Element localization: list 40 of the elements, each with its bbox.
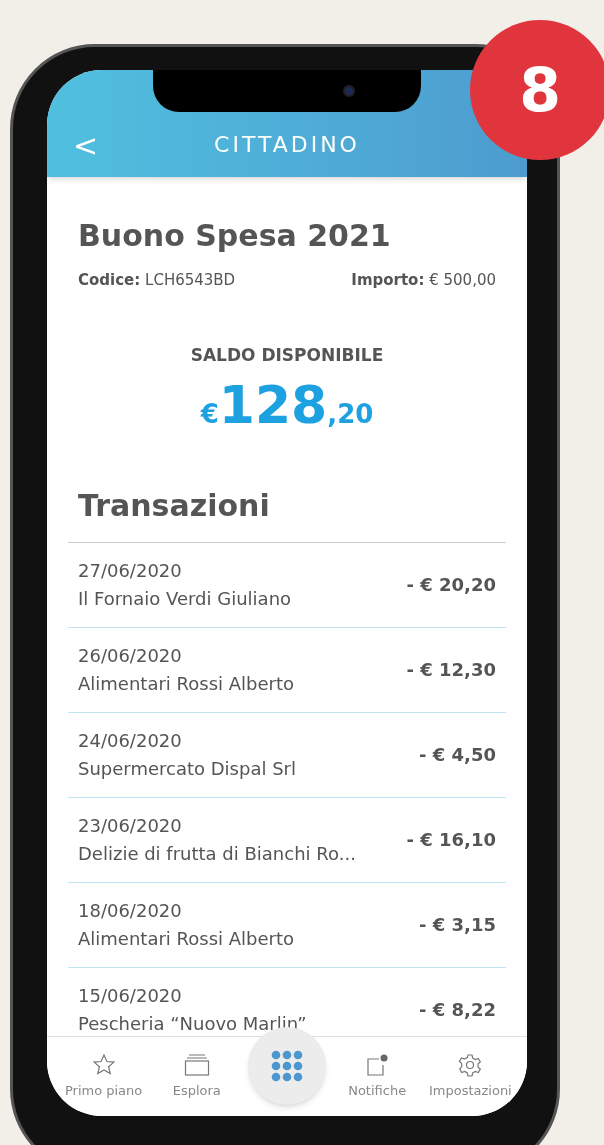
voucher-amount: Importo: € 500,00 — [351, 269, 496, 291]
voucher-title: Buono Spesa 2021 — [78, 217, 392, 255]
settings-icon — [458, 1053, 483, 1077]
transaction-amount: - € 3,15 — [419, 913, 496, 937]
transaction-merchant: Il Fornaio Verdi Giuliano — [78, 586, 292, 611]
transaction-merchant: Alimentari Rossi Alberto — [78, 926, 295, 951]
nav-tab[interactable]: Esplora — [154, 1037, 239, 1101]
transaction-amount: - € 12,30 — [406, 658, 496, 682]
transaction-date: 18/06/2020 — [78, 898, 183, 923]
balance-label: SALDO DISPONIBILE — [189, 344, 385, 367]
nav-tab[interactable]: Impostazioni — [428, 1037, 513, 1101]
transaction-date: 26/06/2020 — [78, 643, 183, 668]
nav-tab[interactable]: Primo piano — [61, 1037, 146, 1101]
notification-icon — [365, 1053, 390, 1077]
grid-icon — [270, 1050, 303, 1082]
transaction-merchant: Supermercato Dispal Srl — [78, 756, 296, 781]
camera-icon — [343, 85, 355, 97]
transaction-row[interactable]: 27/06/2020 Il Fornaio Verdi Giuliano - € 20,20 — [68, 542, 506, 628]
stack-icon — [183, 1053, 210, 1077]
step-badge: 8 — [470, 20, 604, 160]
transaction-amount: - € 8,22 — [419, 998, 496, 1022]
transaction-merchant: Delizie di frutta di Bianchi Ro... — [78, 841, 356, 866]
balance-amount: €128,20 — [199, 378, 375, 431]
transaction-date: 23/06/2020 — [78, 813, 183, 838]
voucher-code: Codice: LCH6543BD — [78, 269, 236, 291]
nav-tab[interactable]: Notifiche — [335, 1037, 420, 1101]
transaction-row[interactable]: 18/06/2020 Alimentari Rossi Alberto - € 3,15 — [68, 882, 506, 968]
transaction-amount: - € 16,10 — [406, 828, 496, 852]
transaction-row[interactable]: 23/06/2020 Delizie di frutta di Bianchi Ro... - € 16,10 — [68, 797, 506, 883]
transaction-date: 27/06/2020 — [78, 558, 183, 583]
transaction-amount: - € 4,50 — [419, 743, 496, 767]
transactions-title: Transazioni — [78, 486, 271, 525]
header-title: CITTADINO — [213, 131, 361, 159]
transaction-row[interactable]: 24/06/2020 Supermercato Dispal Srl - € 4,50 — [68, 712, 506, 798]
transaction-date: 15/06/2020 — [78, 983, 183, 1008]
star-icon — [91, 1053, 116, 1077]
transaction-date: 24/06/2020 — [78, 728, 183, 753]
transaction-row[interactable]: 26/06/2020 Alimentari Rossi Alberto - € 12,30 — [68, 627, 506, 713]
transaction-amount: - € 20,20 — [406, 573, 496, 597]
transaction-merchant: Alimentari Rossi Alberto — [78, 671, 295, 696]
